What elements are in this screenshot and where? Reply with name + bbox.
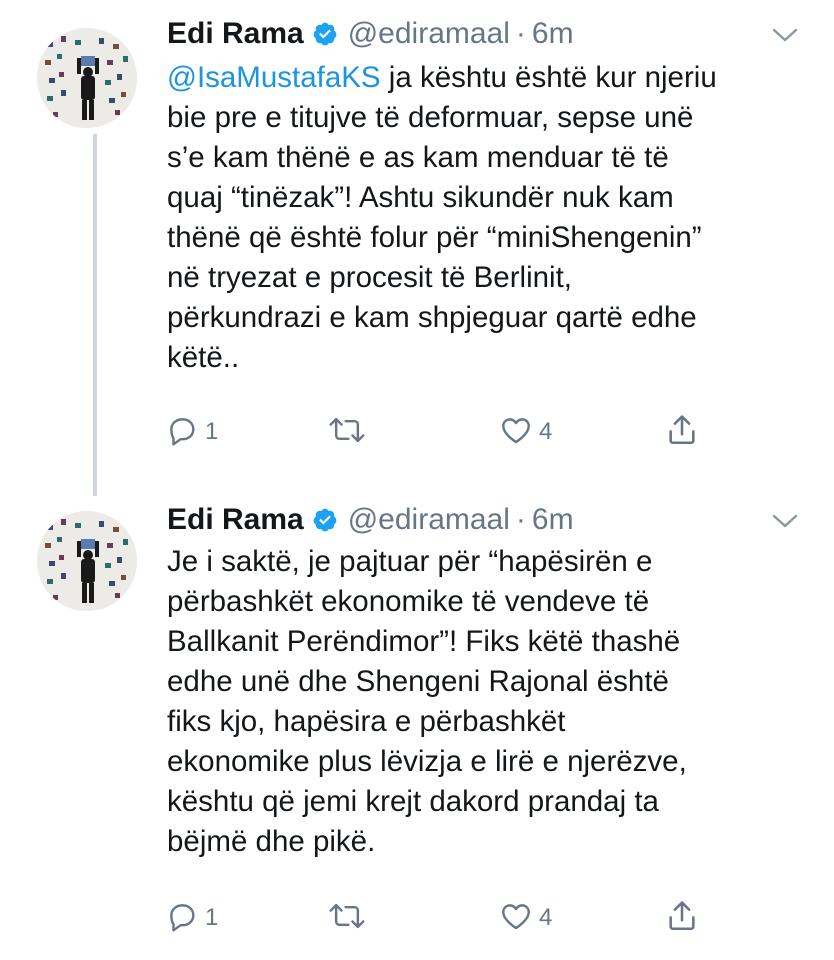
reply-button[interactable]: 1 [165,898,218,938]
share-button[interactable] [665,412,699,452]
mention-link[interactable]: @IsaMustafaKS [167,61,381,94]
tweet-text-line: thënë që është folur për “miniShengenin” [167,221,702,254]
tweet-text-line: @IsaMustafaKS ja kështu është kur njeriu [167,61,717,94]
tweet[interactable]: Edi Rama @ediramaal · 6m Je i saktë, je … [0,486,834,960]
tweet-text-line: në tryezat e procesit të Berlinit, [167,261,572,294]
tweet-actions: 1 4 [165,412,705,452]
heart-icon [499,413,533,452]
reply-count: 1 [205,418,219,445]
retweet-icon [328,413,366,452]
tweet-timestamp[interactable]: 6m [532,17,574,51]
verified-badge-icon [312,21,338,47]
tweet-text-line: bëjmë dhe pikë. [167,825,376,858]
reply-count: 1 [205,904,219,931]
retweet-button[interactable] [328,898,372,938]
tweet-text-line: Je i saktë, je pajtuar për “hapësirën e [167,545,653,578]
tweet-text-line: kështu që jemi krejt dakord prandaj ta [167,785,659,818]
tweet[interactable]: Edi Rama @ediramaal · 6m @IsaMustafaKS j… [0,0,834,478]
tweet-header: Edi Rama @ediramaal · 6m [167,14,574,54]
verified-badge-icon [312,507,338,533]
like-count: 4 [539,418,553,445]
like-button[interactable]: 4 [499,412,552,452]
reply-button[interactable]: 1 [165,412,218,452]
heart-icon [499,899,533,938]
retweet-icon [328,899,366,938]
share-icon [665,413,699,452]
tweet-text-line: bie pre e titujve të deformuar, sepse un… [167,101,694,134]
author-name[interactable]: Edi Rama [167,503,304,537]
like-button[interactable]: 4 [499,898,552,938]
tweet-text-line: ekonomike plus lëvizja e lirë e njerëzve… [167,745,687,778]
tweet-timestamp[interactable]: 6m [532,503,574,537]
tweet-text-line: s’e kam thënë e as kam menduar të të [167,141,669,174]
tweet-text: @IsaMustafaKS ja kështu është kur njeriu… [167,58,807,378]
chevron-down-icon[interactable] [770,26,800,46]
tweet-text-line: përbashkët ekonomike të vendeve të [167,585,650,618]
tweet-text-line: përkundrazi e kam shpjeguar qartë edhe [167,301,697,334]
tweet-text-line: quaj “tinëzak”! Ashtu sikundër nuk kam [167,181,674,214]
tweet-text: Je i saktë, je pajtuar për “hapësirën e … [167,542,807,862]
separator-dot: · [515,17,526,50]
tweet-header: Edi Rama @ediramaal · 6m [167,500,574,540]
separator-dot: · [515,503,526,536]
tweet-text-line: edhe unë dhe Shengeni Rajonal është [167,665,669,698]
author-handle[interactable]: @ediramaal [348,17,510,51]
tweet-text-line: Ballkanit Perëndimor”! Fiks këtë thashë [167,625,681,658]
author-name[interactable]: Edi Rama [167,17,304,51]
avatar[interactable] [37,28,137,128]
avatar[interactable] [37,511,137,611]
tweet-text-line: fiks kjo, hapësira e përbashkët [167,705,566,738]
chevron-down-icon[interactable] [770,512,800,532]
share-icon [665,899,699,938]
reply-icon [165,413,199,452]
reply-icon [165,899,199,938]
tweet-text-line: këtë.. [167,341,240,374]
author-handle[interactable]: @ediramaal [348,503,510,537]
retweet-button[interactable] [328,412,372,452]
like-count: 4 [539,904,553,931]
share-button[interactable] [665,898,699,938]
tweet-actions: 1 4 [165,898,705,938]
